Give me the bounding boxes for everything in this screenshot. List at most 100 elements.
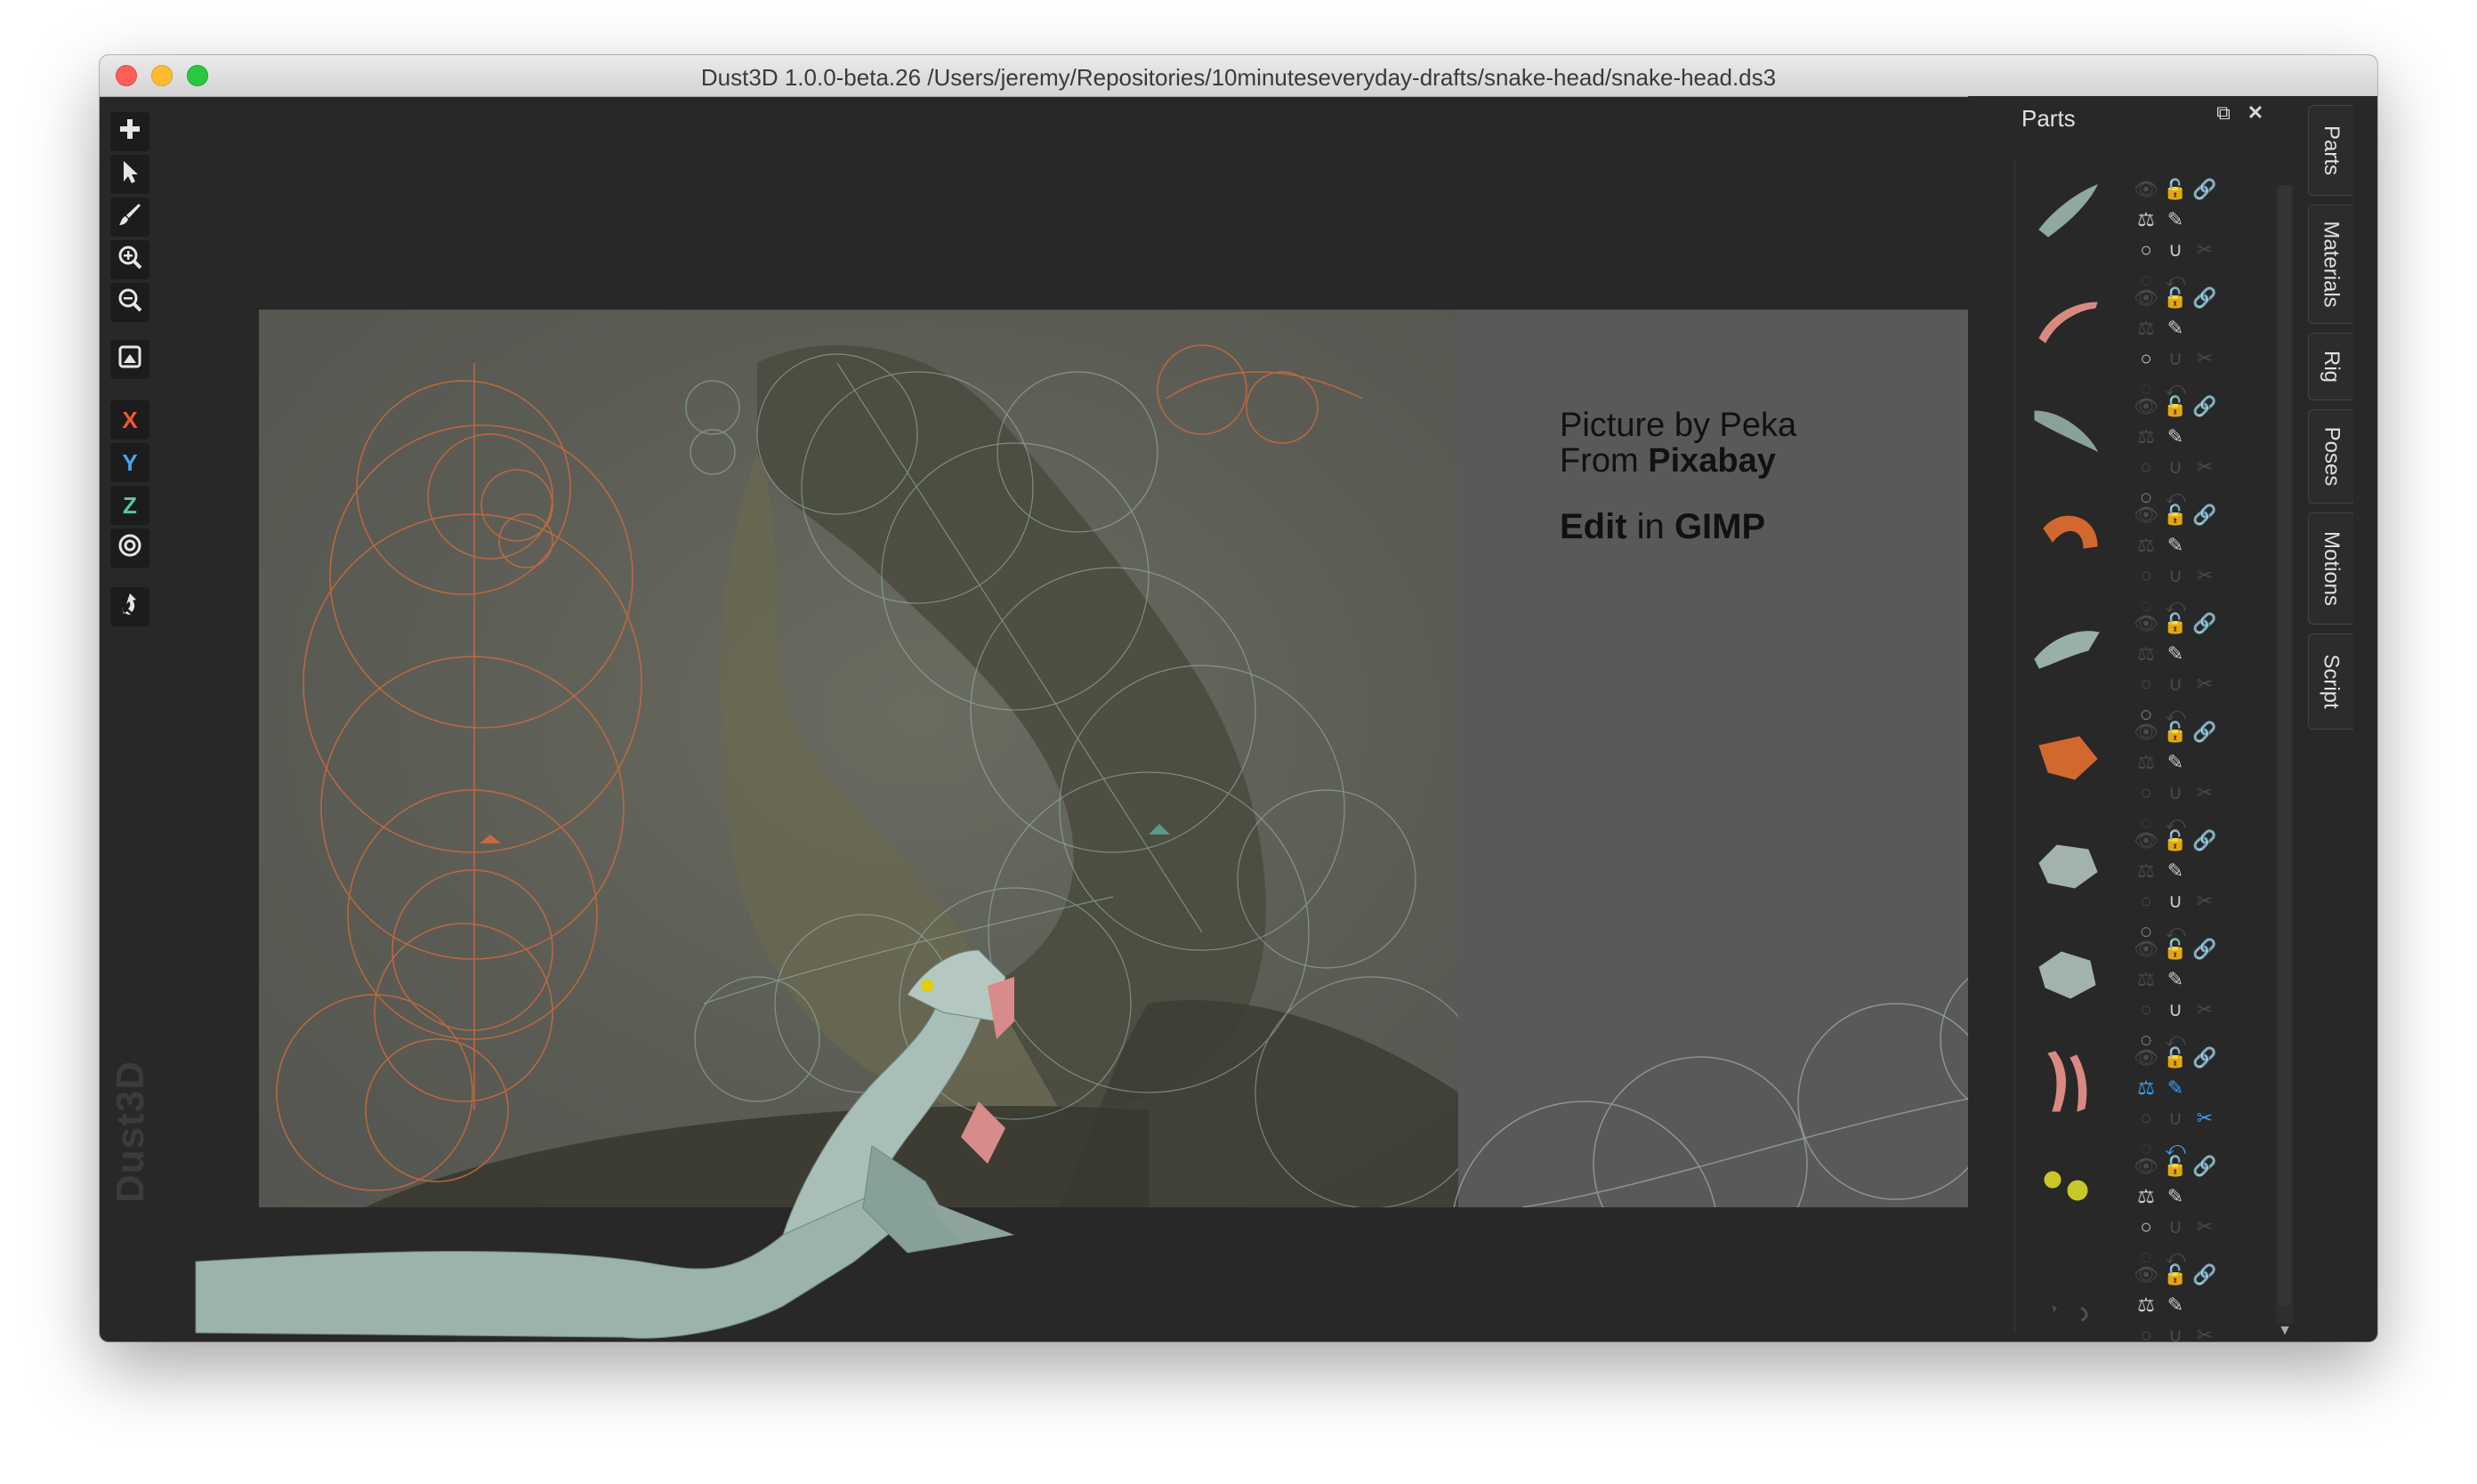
magnet-icon[interactable]: ∪ [2162,671,2189,698]
magnet-icon[interactable]: ∪ [2162,1322,2189,1342]
radius-lock-button[interactable] [110,528,149,568]
color-picker-icon[interactable]: ✎ [2162,858,2189,884]
part-row[interactable]: 👁🔓🔗⚖✎○∪✂◌⤺ [2015,701,2247,834]
tab-materials[interactable]: Materials [2308,205,2353,324]
color-picker-icon[interactable]: ✎ [2162,532,2189,559]
link-icon[interactable]: 🔗 [2191,176,2218,203]
part-row[interactable]: 👁🔓🔗⚖✎○∪✂◌⤺ [2015,810,2247,942]
magnet-icon[interactable]: ∪ [2162,996,2189,1023]
link-icon[interactable]: 🔗 [2191,393,2218,420]
eye-icon[interactable]: 👁 [2133,610,2159,637]
magnet-icon[interactable]: ∪ [2162,1105,2189,1132]
part-thumbnail[interactable] [2026,384,2106,464]
y-axis-lock-button[interactable]: Y [110,443,149,482]
link-icon[interactable]: 🔗 [2191,502,2218,528]
lock-icon[interactable]: 🔓 [2162,936,2189,963]
mirror-balance-icon[interactable]: ⚖ [2133,1183,2159,1210]
mirror-balance-icon[interactable]: ⚖ [2133,532,2159,559]
zoom-out-button[interactable] [110,283,149,322]
rounded-end-icon[interactable]: ○ [2133,237,2159,263]
scroll-down-arrow-icon[interactable]: ▼ [2276,1322,2294,1340]
eye-icon[interactable]: 👁 [2133,827,2159,854]
color-picker-icon[interactable]: ✎ [2162,206,2189,233]
tab-motions[interactable]: Motions [2308,512,2353,625]
model-viewport[interactable]: Picture by Peka From Pixabay Edit in GIM… [160,96,2029,1342]
subdivide-scissors-icon[interactable]: ✂ [2191,454,2218,480]
mirror-balance-icon[interactable]: ⚖ [2133,1292,2159,1319]
lock-icon[interactable]: 🔓 [2162,393,2189,420]
link-icon[interactable]: 🔗 [2191,285,2218,311]
link-icon[interactable]: 🔗 [2191,1153,2218,1180]
reference-image-button[interactable] [110,340,149,379]
link-icon[interactable]: 🔗 [2191,1262,2218,1288]
link-icon[interactable]: 🔗 [2191,936,2218,963]
color-picker-icon[interactable]: ✎ [2162,749,2189,776]
subdivide-scissors-icon[interactable]: ✂ [2191,1322,2218,1342]
mirror-balance-icon[interactable]: ⚖ [2133,423,2159,450]
eye-icon[interactable]: 👁 [2133,1153,2159,1180]
mirror-balance-icon[interactable]: ⚖ [2133,315,2159,342]
mirror-balance-icon[interactable]: ⚖ [2133,641,2159,667]
lock-icon[interactable]: 🔓 [2162,176,2189,203]
tab-poses[interactable]: Poses [2308,409,2353,504]
subdivide-scissors-icon[interactable]: ✂ [2191,562,2218,589]
float-panel-icon[interactable]: ⧉ [2214,103,2233,123]
part-thumbnail[interactable] [2026,710,2106,790]
rounded-end-icon[interactable]: ○ [2133,888,2159,915]
z-axis-lock-button[interactable]: Z [110,486,149,525]
x-axis-lock-button[interactable]: X [110,400,149,440]
subdivide-scissors-icon[interactable]: ✂ [2191,779,2218,806]
color-picker-icon[interactable]: ✎ [2162,641,2189,667]
magnet-icon[interactable]: ∪ [2162,1214,2189,1240]
part-row[interactable]: 👁🔓🔗⚖✎○∪✂◌⤺ [2015,918,2247,1051]
lock-icon[interactable]: 🔓 [2162,610,2189,637]
part-row[interactable]: 👁🔓🔗⚖✎○∪✂◌⤺ [2015,1027,2247,1159]
parts-list[interactable]: 👁 🔓 🔗⚖ ✎ ○ ∪ ✂◌ ⤺ 👁 🔓 🔗⚖ ✎ ○ ∪ ✂◌ ⤺ 👁 🔓 🔗⚖ ✎ ○ ∪ ✂◌ ⤺ 👁 🔓 🔗⚖ ✎ ○ ∪ ✂◌ ⤺… [2014,158,2247,1342]
subdivide-scissors-icon[interactable]: ✂ [2191,1214,2218,1240]
eye-icon[interactable]: 👁 [2133,1044,2159,1071]
part-row[interactable]: 👁🔓🔗⚖✎○∪✂◌⤺ [2015,267,2247,399]
rounded-end-icon[interactable]: ○ [2133,996,2159,1023]
magnet-icon[interactable]: ∪ [2162,888,2189,915]
color-picker-icon[interactable]: ✎ [2162,1075,2189,1101]
tab-rig[interactable]: Rig [2308,333,2353,400]
rounded-end-icon[interactable]: ○ [2133,454,2159,480]
part-row[interactable]: 👁🔓🔗⚖✎○∪✂◌⤺ [2015,1244,2247,1342]
subdivide-scissors-icon[interactable]: ✂ [2191,237,2218,263]
color-picker-icon[interactable]: ✎ [2162,423,2189,450]
link-icon[interactable]: 🔗 [2191,719,2218,746]
eye-icon[interactable]: 👁 [2133,502,2159,528]
scrollbar-thumb[interactable] [2279,185,2291,1306]
subdivide-scissors-icon[interactable]: ✂ [2191,888,2218,915]
lock-icon[interactable]: 🔓 [2162,285,2189,311]
color-picker-icon[interactable]: ✎ [2162,1292,2189,1319]
lock-icon[interactable]: 🔓 [2162,1153,2189,1180]
mirror-balance-icon[interactable]: ⚖ [2133,1075,2159,1101]
mirror-balance-icon[interactable]: ⚖ [2133,966,2159,993]
magnet-icon[interactable]: ∪ [2162,345,2189,372]
zoom-in-button[interactable] [110,240,149,279]
subdivide-scissors-icon[interactable]: ✂ [2191,1105,2218,1132]
mirror-balance-icon[interactable]: ⚖ [2133,749,2159,776]
subdivide-scissors-icon[interactable]: ✂ [2191,996,2218,1023]
close-panel-icon[interactable]: ✕ [2246,103,2265,123]
rounded-end-icon[interactable]: ○ [2133,345,2159,372]
mirror-balance-icon[interactable]: ⚖ [2133,206,2159,233]
mirror-balance-icon[interactable]: ⚖ [2133,858,2159,884]
color-picker-icon[interactable]: ✎ [2162,315,2189,342]
paint-tool-button[interactable] [110,198,149,237]
eye-icon[interactable]: 👁 [2133,285,2159,311]
rounded-end-icon[interactable]: ○ [2133,779,2159,806]
link-icon[interactable]: 🔗 [2191,610,2218,637]
part-thumbnail[interactable] [2026,819,2106,899]
lock-icon[interactable]: 🔓 [2162,827,2189,854]
tab-parts[interactable]: Parts [2308,105,2353,196]
add-node-button[interactable] [110,112,149,151]
eye-icon[interactable]: 👁 [2133,936,2159,963]
eye-icon[interactable]: 👁 [2133,1262,2159,1288]
regenerate-button[interactable] [110,587,149,626]
part-thumbnail[interactable] [2026,167,2106,247]
lock-icon[interactable]: 🔓 [2162,719,2189,746]
part-thumbnail[interactable] [2026,927,2106,1007]
part-thumbnail[interactable] [2026,493,2106,573]
